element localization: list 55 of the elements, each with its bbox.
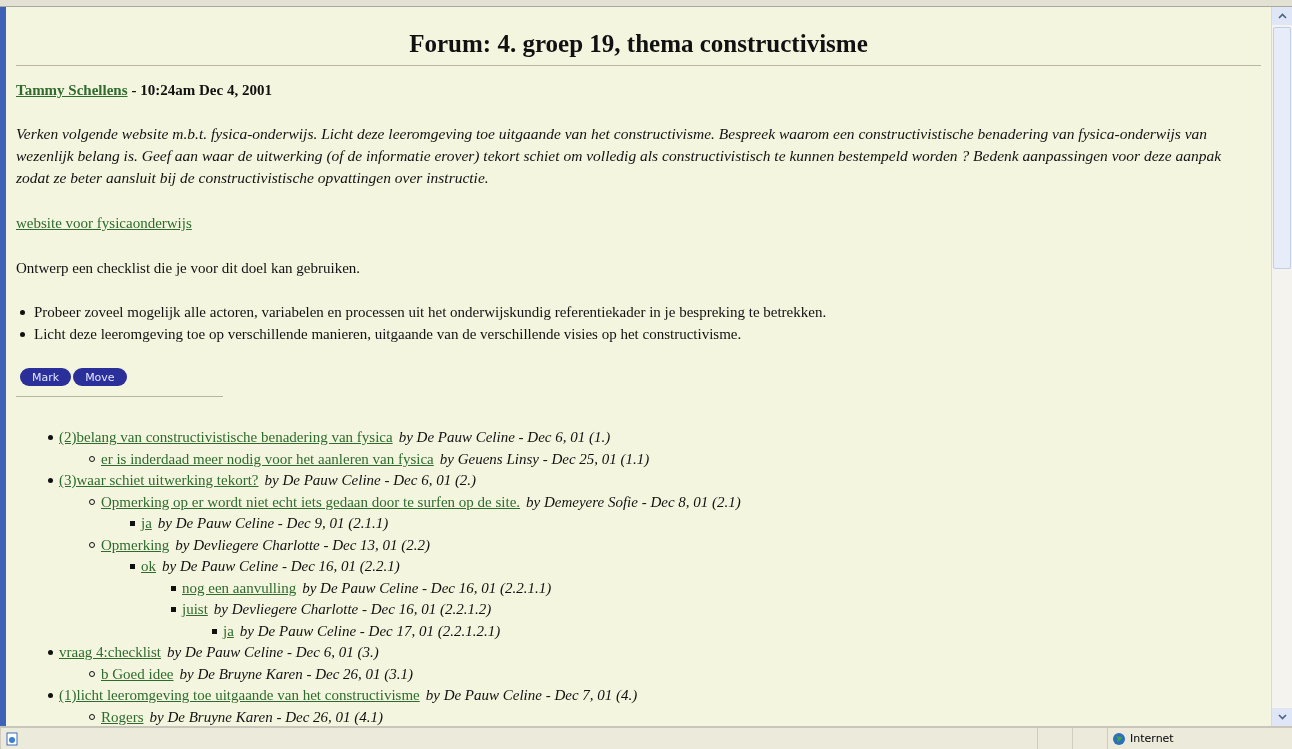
thread-link[interactable]: er is inderdaad meer nodig voor het aanleren van fysica	[101, 450, 434, 468]
bullet-icon	[20, 331, 25, 337]
forum-title: Forum: 4. groep 19, thema constructivisme	[16, 17, 1261, 66]
post-info: by De Pauw Celine - Dec 6, 01 (1.)	[398, 429, 611, 447]
post-info: by De Pauw Celine - Dec 17, 01 (2.2.1.2.1)	[239, 622, 501, 640]
thread-link[interactable]: ja	[141, 515, 152, 533]
action-button[interactable]: Mark	[20, 368, 72, 386]
bullet-text: Licht deze leeromgeving toe op verschillende manieren, uitgaande van de verschillende visies op het constructivisme.	[34, 325, 742, 344]
bullet-icon	[48, 650, 53, 656]
post-info: by De Bruyne Karen - Dec 26, 01 (3.1)	[179, 665, 414, 683]
bullet-icon	[20, 309, 25, 315]
thread-link[interactable]: Rogers	[101, 708, 144, 726]
square-bullet-icon	[171, 607, 176, 613]
thread-link[interactable]: (1)licht leeromgeving toe uitgaande van het constructivisme	[59, 687, 420, 705]
post-info: by Demeyere Sofie - Dec 8, 01 (2.1)	[526, 493, 741, 511]
post-info: by De Pauw Celine - Dec 16, 01 (2.2.1.1)	[302, 579, 552, 597]
thread-link[interactable]: ja	[223, 622, 234, 640]
globe-icon	[1112, 731, 1126, 746]
square-bullet-icon	[212, 628, 217, 634]
scroll-down-icon[interactable]	[1272, 708, 1292, 726]
post-info: by De Pauw Celine - Dec 16, 01 (2.2.1)	[162, 558, 400, 576]
square-bullet-icon	[130, 564, 135, 570]
post-date: - 10:24am Dec 4, 2001	[131, 81, 272, 100]
scrollbar[interactable]	[1271, 7, 1292, 726]
thread-link[interactable]: nog een aanvulling	[182, 579, 297, 597]
zone-label: Internet	[1130, 732, 1174, 745]
thread-link[interactable]: Opmerking op er wordt niet echt iets gedaan door te surfen op de site.	[101, 493, 521, 511]
post-sentence: Ontwerp een checklist die je voor dit doel kan gebruiken.	[16, 259, 362, 278]
thread-link[interactable]: (3)waar schiet uitwerking tekort?	[59, 472, 259, 490]
thread-link[interactable]: (2)belang van constructivistische benadering van fysica	[59, 429, 393, 447]
thread-link[interactable]: juist	[182, 601, 208, 619]
square-bullet-icon	[171, 585, 176, 591]
bullet-icon	[48, 478, 53, 484]
post-info: by De Pauw Celine - Dec 6, 01 (2.)	[264, 472, 477, 490]
post-info: by Geuens Linsy - Dec 25, 01 (1.1)	[439, 450, 650, 468]
post-info: by Devliegere Charlotte - Dec 13, 01 (2.2)	[175, 536, 431, 554]
bullet-icon	[48, 693, 53, 699]
post-body: Verken volgende website m.b.t. fysica-onderwijs. Licht deze leeromgeving toe uitgaande van het constructivisme. Bespreek waarom een constructivistische benadering van fysica-onderwijs van wezenlijk belang is. Geef aan waar de uitwerking (of de informatie erover) tekort schiet om volledig als constructivistisch te kunnen bestempeld worden ? Bedenk aanpassingen voor deze aanpak zodat ze beter aansluit bij de constructivistische opvattingen over instructie.	[16, 124, 1223, 188]
post-info: by De Pauw Celine - Dec 9, 01 (2.1.1)	[157, 515, 389, 533]
post-info: by Devliegere Charlotte - Dec 16, 01 (2.2.1.2)	[213, 601, 492, 619]
thread-link[interactable]: ok	[141, 558, 156, 576]
scroll-up-icon[interactable]	[1272, 7, 1292, 25]
website-link[interactable]: website voor fysicaonderwijs	[16, 215, 192, 231]
bullet-text: Probeer zoveel mogelijk alle actoren, variabelen en processen uit het onderwijskundig referentiekader in je bespreking te betrekken.	[34, 303, 827, 322]
bullet-icon	[48, 435, 53, 441]
thread-link[interactable]: b Goed idee	[101, 665, 174, 683]
author-link[interactable]: Tammy Schellens	[16, 80, 128, 100]
thread-link[interactable]: vraag 4:checklist	[59, 644, 162, 662]
post-info: by De Bruyne Karen - Dec 26, 01 (4.1)	[149, 708, 384, 726]
action-button[interactable]: Move	[73, 368, 127, 386]
square-bullet-icon	[130, 521, 135, 527]
thread-link[interactable]: Opmerking	[101, 536, 170, 554]
post-info: by De Pauw Celine - Dec 7, 01 (4.)	[425, 687, 638, 705]
page-icon	[5, 731, 19, 746]
post-info: by De Pauw Celine - Dec 6, 01 (3.)	[167, 644, 379, 662]
